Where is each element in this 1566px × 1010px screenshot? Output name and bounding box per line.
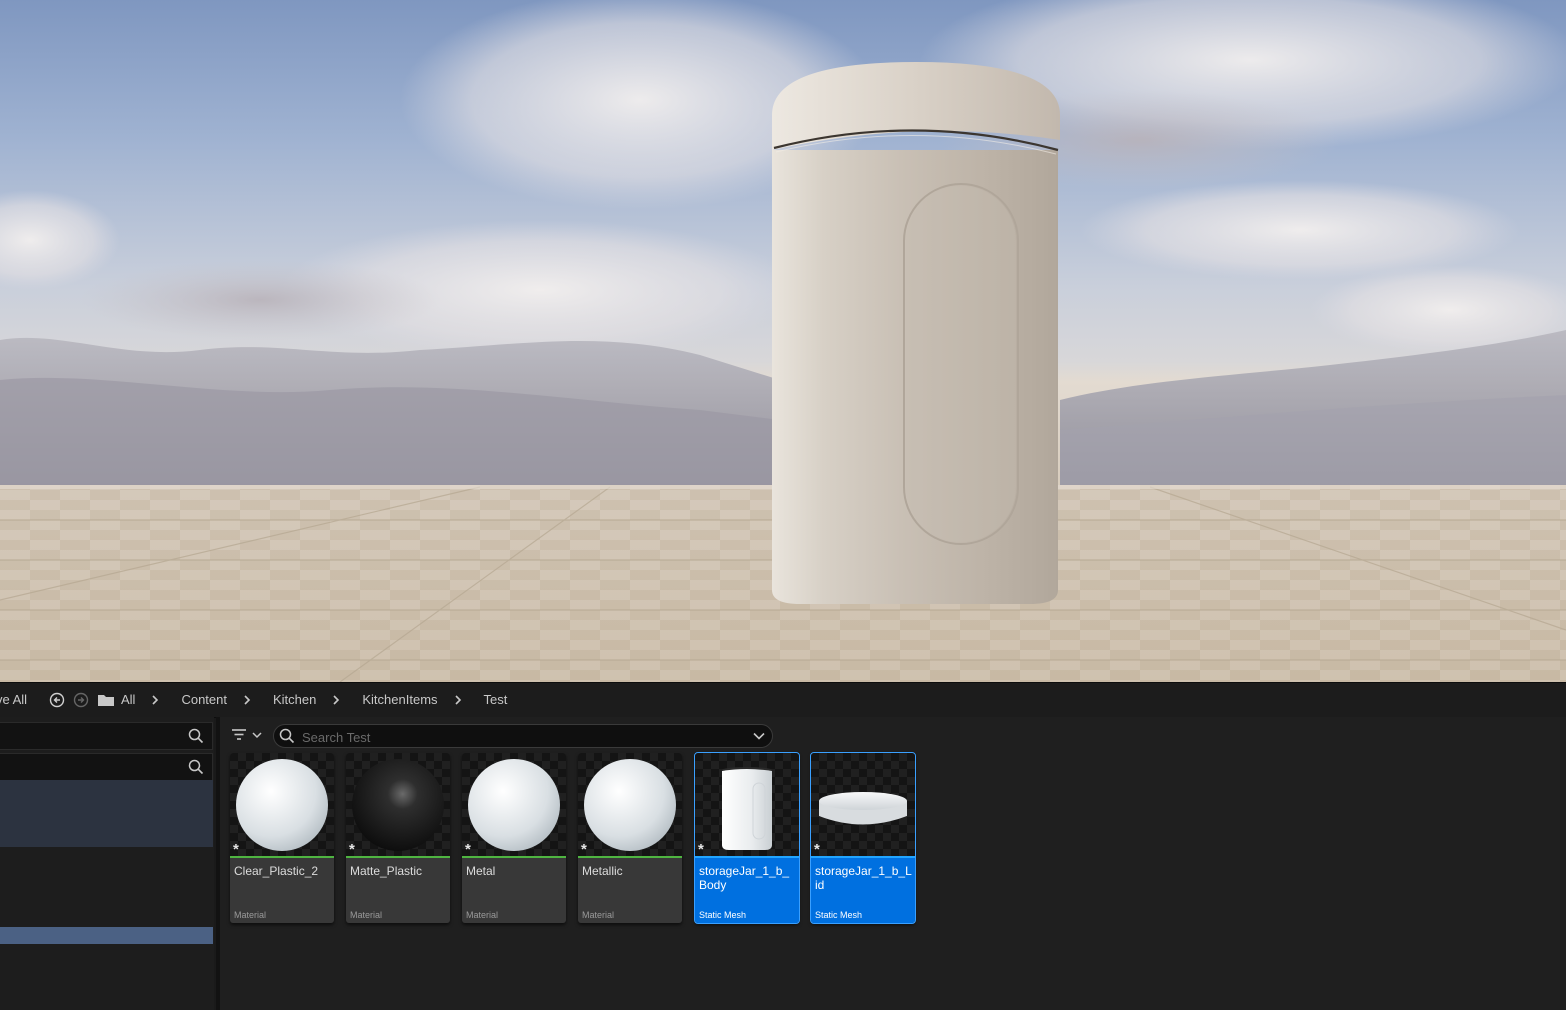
content-browser-toolbar: ve All All Content Kitchen KitchenItems … (0, 682, 1566, 718)
asterisk-icon: * (698, 841, 704, 858)
chevron-right-icon[interactable] (447, 693, 471, 707)
asset-name: storageJar_1_b_Lid (815, 864, 912, 892)
asset-thumbnail (578, 753, 682, 856)
folder-search-field[interactable] (0, 722, 213, 750)
asset-name: Clear_Plastic_2 (234, 864, 319, 878)
asterisk-icon: * (814, 841, 820, 858)
breadcrumb-item-kitchenitems[interactable]: KitchenItems (362, 692, 437, 707)
asset-name: Matte_Plastic (350, 864, 423, 878)
asset-type-bar (346, 856, 450, 858)
breadcrumb-item-kitchen[interactable]: Kitchen (273, 692, 316, 707)
asset-tile[interactable]: * Clear_Plastic_2 Material (230, 753, 334, 923)
breadcrumb: All Content Kitchen KitchenItems Test (121, 692, 507, 707)
filter-button[interactable] (230, 726, 266, 744)
filter-icon (232, 729, 262, 740)
asset-thumbnail (462, 753, 566, 856)
level-viewport[interactable] (0, 0, 1566, 682)
folder-icon[interactable] (97, 692, 115, 708)
sphere-icon (352, 759, 444, 851)
asset-search-input[interactable] (300, 727, 744, 747)
asset-tile[interactable]: * storageJar_1_b_Body Static Mesh (694, 752, 800, 924)
viewport-scene (0, 0, 1566, 682)
asset-thumbnail (230, 753, 334, 856)
asset-search-box[interactable] (273, 724, 773, 748)
search-icon[interactable] (188, 759, 204, 775)
asset-tile[interactable]: * Metallic Material (578, 753, 682, 923)
folder-tree-highlight[interactable] (0, 780, 213, 847)
chevron-down-icon[interactable] (752, 729, 766, 743)
sphere-icon (468, 759, 560, 851)
asset-type: Material (582, 910, 615, 920)
chevron-right-icon[interactable] (144, 693, 168, 707)
breadcrumb-item-test[interactable]: Test (484, 692, 508, 707)
asset-view: * Clear_Plastic_2 Material * Matte_Plast… (220, 717, 1566, 1010)
save-all-button[interactable]: ve All (0, 692, 27, 707)
search-icon (279, 728, 295, 744)
asset-type-bar (695, 856, 799, 858)
sphere-icon (236, 759, 328, 851)
asterisk-icon: * (465, 841, 471, 858)
chevron-right-icon[interactable] (236, 693, 260, 707)
asset-tile[interactable]: * storageJar_1_b_Lid Static Mesh (810, 752, 916, 924)
asset-type: Material (234, 910, 267, 920)
asset-thumbnail (811, 753, 915, 857)
back-arrow-icon[interactable] (49, 692, 65, 708)
asset-type: Static Mesh (815, 910, 863, 920)
asterisk-icon: * (233, 841, 239, 858)
folder-tree-selected-row[interactable] (0, 927, 213, 944)
asset-name: Metal (466, 864, 496, 878)
collections-search-field[interactable] (0, 753, 213, 781)
asterisk-icon: * (581, 841, 587, 858)
breadcrumb-item-all[interactable]: All (121, 692, 135, 707)
breadcrumb-item-content[interactable]: Content (181, 692, 227, 707)
search-icon[interactable] (188, 728, 204, 744)
asset-name: Metallic (582, 864, 623, 878)
forward-arrow-icon[interactable] (73, 692, 89, 708)
asset-thumbnail (695, 753, 799, 857)
asset-name: storageJar_1_b_Body (699, 864, 790, 892)
asterisk-icon: * (349, 841, 355, 858)
asset-tile[interactable]: * Metal Material (462, 753, 566, 923)
asset-type: Material (466, 910, 499, 920)
asset-type: Static Mesh (699, 910, 747, 920)
sources-panel (0, 717, 214, 1010)
jar-lid-icon (819, 792, 907, 825)
asset-type-bar (462, 856, 566, 858)
asset-thumbnail (346, 753, 450, 856)
chevron-right-icon[interactable] (325, 693, 349, 707)
asset-tile[interactable]: * Matte_Plastic Material (346, 753, 450, 923)
asset-type-bar (811, 856, 915, 858)
asset-type: Material (350, 910, 383, 920)
sphere-icon (584, 759, 676, 851)
asset-type-bar (230, 856, 334, 858)
jar-body-icon (722, 767, 772, 850)
asset-type-bar (578, 856, 682, 858)
